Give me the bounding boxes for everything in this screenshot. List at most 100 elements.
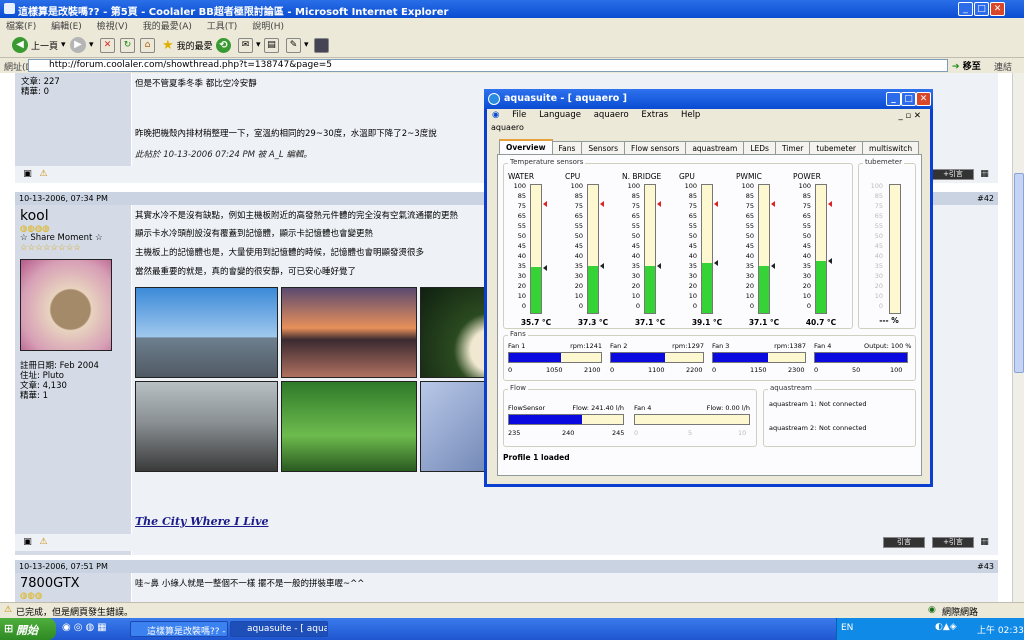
tick-label: 100 <box>570 182 583 190</box>
photo-city-tower[interactable] <box>135 287 278 378</box>
home-button[interactable]: ⌂ <box>140 36 155 54</box>
start-button[interactable]: ⊞ 開始 <box>0 618 56 640</box>
aq-minimize-button[interactable]: _ <box>886 92 901 106</box>
discuss-button[interactable] <box>314 36 329 54</box>
reply-button[interactable]: 引言 <box>883 537 925 548</box>
edit-button[interactable]: ✎ ▾ <box>286 36 309 54</box>
post-text: 其實水冷不是沒有缺點，例如主機板附近的高發熱元件體的完全沒有空氣流通擺的更熱 <box>135 211 459 221</box>
tab-timer[interactable]: Timer <box>774 141 811 154</box>
menu-view[interactable]: 檢視(V) <box>91 18 134 33</box>
multi-quote-icon[interactable]: ▦ <box>979 537 990 548</box>
tick-label: 100 <box>684 182 697 190</box>
menu-tools[interactable]: 工具(T) <box>201 18 244 33</box>
forward-button[interactable]: ▶ ▾ <box>70 36 94 54</box>
go-arrow-icon: ➔ <box>952 62 960 72</box>
username[interactable]: kool <box>20 208 49 224</box>
quote-button[interactable]: +引言 <box>932 169 974 180</box>
post-number[interactable]: #43 <box>977 562 994 571</box>
alarm-marker <box>600 200 604 207</box>
aq-close-button[interactable]: ✕ <box>916 92 931 106</box>
links-button[interactable]: 連結 <box>994 60 1012 73</box>
photo-sunset-bridge[interactable] <box>281 287 417 378</box>
minimize-button[interactable]: _ <box>958 2 973 16</box>
post-text: 但是不管夏季冬季 都比空冷安靜 <box>135 79 257 89</box>
current-marker <box>657 263 661 269</box>
report-icon[interactable]: ▣ <box>22 169 33 180</box>
internet-zone-icon: ◉ <box>928 605 936 615</box>
current-marker <box>771 263 775 269</box>
tick-label: 20 <box>802 282 811 290</box>
quick-launch[interactable]: ◉◎◍▦ <box>62 622 110 633</box>
tick-label: 40 <box>517 252 526 260</box>
aq-menu-file[interactable]: File <box>507 109 531 121</box>
quote-button[interactable]: +引言 <box>932 537 974 548</box>
favorites-button[interactable]: ★ 我的最愛 <box>162 36 213 54</box>
menu-favorites[interactable]: 我的最愛(A) <box>137 18 198 33</box>
taskbar-button-aquasuite[interactable]: aquasuite - [ aquaero ] <box>230 621 328 637</box>
tubemeter-group: tubemeter 100 85 75 65 55 50 45 40 35 30 20 10 0 ---… <box>858 158 916 329</box>
tab-fans[interactable]: Fans <box>551 141 583 154</box>
aq-menu-extras[interactable]: Extras <box>636 109 673 121</box>
tick-label: 30 <box>517 272 526 280</box>
refresh-icon: ↻ <box>120 37 135 53</box>
history-button[interactable]: ⟲ <box>216 36 231 54</box>
warning-icon[interactable]: ⚠ <box>38 169 49 180</box>
close-button[interactable]: ✕ <box>990 2 1005 16</box>
tick-label: 35 <box>745 262 754 270</box>
post-number[interactable]: #42 <box>977 194 994 203</box>
warning-icon[interactable]: ⚠ <box>38 537 49 548</box>
browser-title-bar: 這樣算是改裝嗎?? - 第5頁 - Coolaler BB超者極限討論區 - M… <box>0 0 1024 18</box>
tab-tubemeter[interactable]: tubemeter <box>809 141 864 154</box>
tab-multiswitch[interactable]: multiswitch <box>862 141 920 154</box>
temperature-fill <box>588 265 598 313</box>
scrollbar-thumb[interactable] <box>1014 173 1024 373</box>
fan-bar <box>814 352 908 363</box>
tick-label: 40 <box>745 252 754 260</box>
taskbar-button-ie[interactable]: 這樣算是改裝嗎?? - ... <box>130 621 228 637</box>
signature-link[interactable]: The City Where I Live <box>135 515 269 528</box>
avatar[interactable] <box>20 259 112 351</box>
language-indicator[interactable]: EN <box>841 623 853 633</box>
aq-menu-language[interactable]: Language <box>534 109 586 121</box>
go-button[interactable]: ➔ 移至 <box>952 59 981 72</box>
taskbar: ⊞開始 ◉◎◍▦ 這樣算是改裝嗎?? - ... aquasuite - [ a… <box>0 618 1024 640</box>
error-icon[interactable]: ⚠ <box>4 605 12 615</box>
back-button[interactable]: ◀ 上一頁 ▾ <box>12 36 66 54</box>
scale-label: 0 <box>508 366 513 374</box>
fan-rpm: rpm:1387 <box>774 342 806 350</box>
maximize-button[interactable]: □ <box>974 2 989 16</box>
tray-icons[interactable]: ◐▲◈ <box>935 622 957 632</box>
tab-overview[interactable]: Overview <box>499 139 553 154</box>
mdi-controls[interactable]: _ ▫ ✕ <box>893 110 926 122</box>
tab-flow-sensors[interactable]: Flow sensors <box>624 141 687 154</box>
print-button[interactable]: ▤ <box>264 36 279 54</box>
mail-button[interactable]: ✉ ▾ <box>238 36 261 54</box>
photo-street[interactable] <box>135 381 278 472</box>
temperature-bar <box>701 184 713 314</box>
username[interactable]: 7800GTX <box>20 576 80 591</box>
photo-two-girls[interactable] <box>281 381 417 472</box>
page-scrollbar[interactable] <box>1012 73 1024 602</box>
tick-label: 55 <box>802 222 811 230</box>
aq-menu-help[interactable]: Help <box>676 109 705 121</box>
tick-label: 45 <box>874 242 883 250</box>
aq-maximize-button[interactable]: □ <box>901 92 916 106</box>
multi-quote-icon[interactable]: ▦ <box>979 169 990 180</box>
browser-toolbar: ◀ 上一頁 ▾ ▶ ▾ ✕ ↻ ⌂ ★ 我的最愛 ⟲ ✉ ▾ ▤ ✎ ▾ <box>0 32 1024 58</box>
tab-sensors[interactable]: Sensors <box>581 141 626 154</box>
menu-help[interactable]: 說明(H) <box>246 18 290 33</box>
refresh-button[interactable]: ↻ <box>120 36 135 54</box>
tab-aquastream[interactable]: aquastream <box>685 141 745 154</box>
aq-menu-aquaero[interactable]: aquaero <box>589 109 634 121</box>
tick-label: 65 <box>574 212 583 220</box>
tick-label: 30 <box>802 272 811 280</box>
tick-label: 45 <box>574 242 583 250</box>
stop-button[interactable]: ✕ <box>100 36 115 54</box>
report-icon[interactable]: ▣ <box>22 537 33 548</box>
address-input[interactable]: http://forum.coolaler.com/showthread.php… <box>28 59 948 72</box>
post3-user-column: 7800GTX ◍◍◍ <box>15 573 131 602</box>
tab-leds[interactable]: LEDs <box>743 141 776 154</box>
menu-edit[interactable]: 編輯(E) <box>45 18 88 33</box>
menu-file[interactable]: 檔案(F) <box>0 18 42 33</box>
post-text: 當然最重要的就是，真的會變的很安靜，可已安心睡好覺了 <box>135 267 357 277</box>
